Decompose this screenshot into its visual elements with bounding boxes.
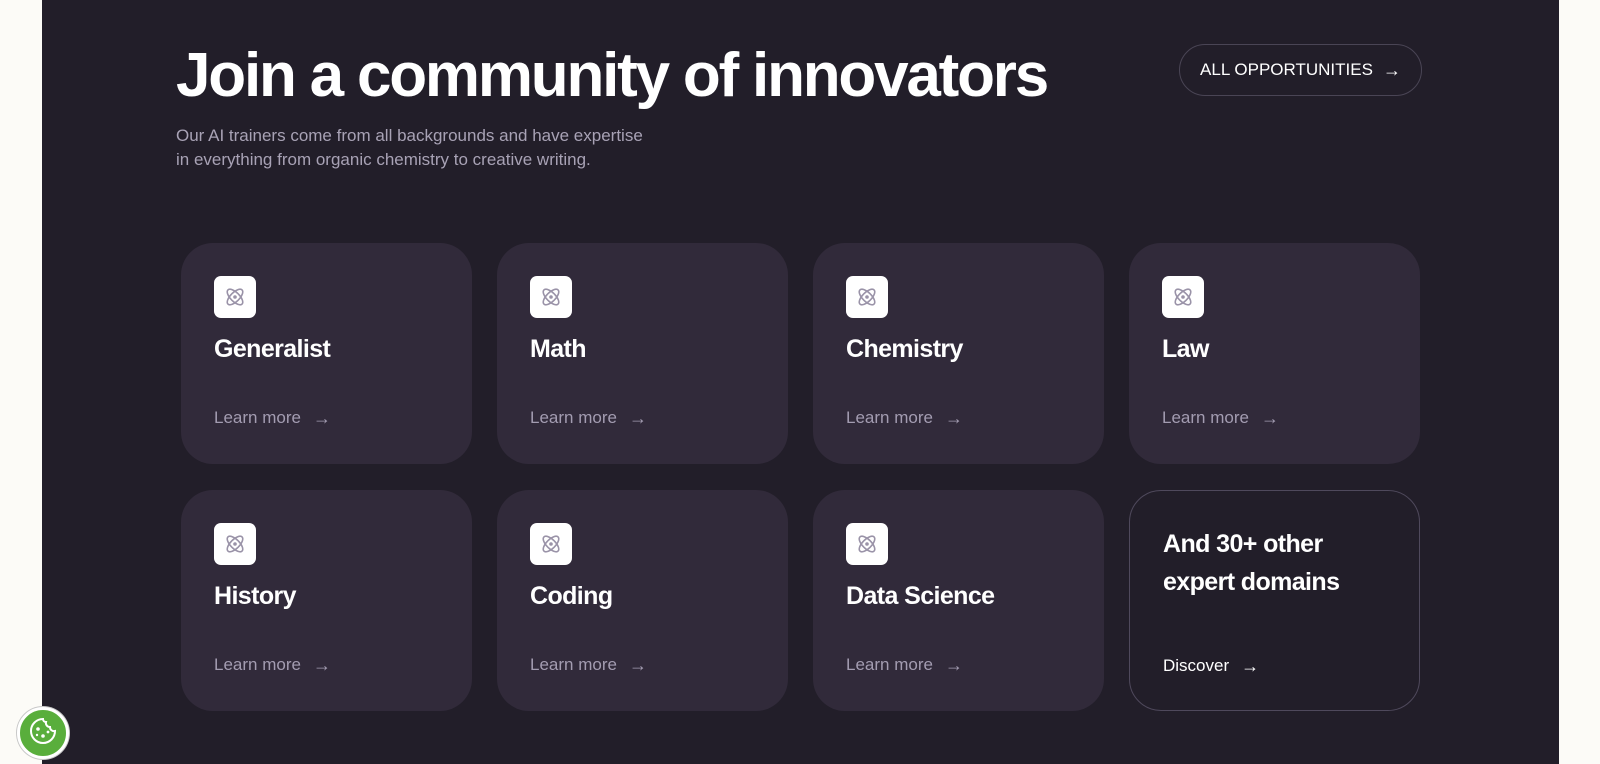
atom-icon <box>530 276 572 318</box>
learn-more-label: Learn more <box>1162 408 1249 427</box>
card-title: Math <box>530 335 587 363</box>
domain-card-history[interactable]: History Learn more → <box>181 490 472 711</box>
all-opportunities-label: ALL OPPORTUNITIES <box>1200 60 1373 79</box>
learn-more-label: Learn more <box>530 408 617 427</box>
discover-link[interactable]: Discover → <box>1163 656 1259 676</box>
arrow-right-icon: → <box>628 655 647 675</box>
cookie-settings-button[interactable] <box>17 707 69 759</box>
card-title: Chemistry <box>846 335 963 363</box>
domain-card-data-science[interactable]: Data Science Learn more → <box>813 490 1104 711</box>
other-domains-line-2: expert domains <box>1163 568 1340 596</box>
subtitle-line-2: in everything from organic chemistry to … <box>176 150 591 169</box>
card-title: Data Science <box>846 582 995 610</box>
other-domains-title: And 30+ other expert domains <box>1163 525 1383 601</box>
arrow-right-icon: → <box>312 655 331 675</box>
domain-card-generalist[interactable]: Generalist Learn more → <box>181 243 472 464</box>
learn-more-link[interactable]: Learn more → <box>530 408 647 428</box>
domain-card-chemistry[interactable]: Chemistry Learn more → <box>813 243 1104 464</box>
atom-icon <box>846 523 888 565</box>
arrow-right-icon: → <box>312 408 331 428</box>
learn-more-link[interactable]: Learn more → <box>214 408 331 428</box>
learn-more-label: Learn more <box>846 408 933 427</box>
arrow-right-icon: → <box>944 655 963 675</box>
domain-card-math[interactable]: Math Learn more → <box>497 243 788 464</box>
domain-card-law[interactable]: Law Learn more → <box>1129 243 1420 464</box>
learn-more-label: Learn more <box>530 655 617 674</box>
arrow-right-icon: → <box>628 408 647 428</box>
all-opportunities-button[interactable]: ALL OPPORTUNITIES → <box>1179 44 1422 96</box>
card-title: Law <box>1162 335 1209 363</box>
discover-label: Discover <box>1163 656 1230 675</box>
domain-card-coding[interactable]: Coding Learn more → <box>497 490 788 711</box>
section-subtitle: Our AI trainers come from all background… <box>176 124 676 172</box>
learn-more-link[interactable]: Learn more → <box>846 655 963 675</box>
other-domains-line-1: And 30+ other <box>1163 530 1323 558</box>
other-domains-card[interactable]: And 30+ other expert domains Discover → <box>1129 490 1420 711</box>
learn-more-label: Learn more <box>214 408 301 427</box>
arrow-right-icon: → <box>1260 408 1279 428</box>
atom-icon <box>530 523 572 565</box>
learn-more-link[interactable]: Learn more → <box>530 655 647 675</box>
learn-more-label: Learn more <box>846 655 933 674</box>
learn-more-link[interactable]: Learn more → <box>846 408 963 428</box>
atom-icon <box>846 276 888 318</box>
learn-more-link[interactable]: Learn more → <box>1162 408 1279 428</box>
atom-icon <box>1162 276 1204 318</box>
arrow-right-icon: → <box>944 408 963 428</box>
card-title: Generalist <box>214 335 331 363</box>
arrow-right-icon: → <box>1382 60 1401 80</box>
atom-icon <box>214 276 256 318</box>
card-title: Coding <box>530 582 613 610</box>
arrow-right-icon: → <box>1241 656 1260 676</box>
card-title: History <box>214 582 297 610</box>
subtitle-line-1: Our AI trainers come from all background… <box>176 126 643 145</box>
atom-icon <box>214 523 256 565</box>
learn-more-link[interactable]: Learn more → <box>214 655 331 675</box>
page-title: Join a community of innovators <box>176 41 1049 110</box>
learn-more-label: Learn more <box>214 655 301 674</box>
cookie-icon <box>28 716 58 751</box>
